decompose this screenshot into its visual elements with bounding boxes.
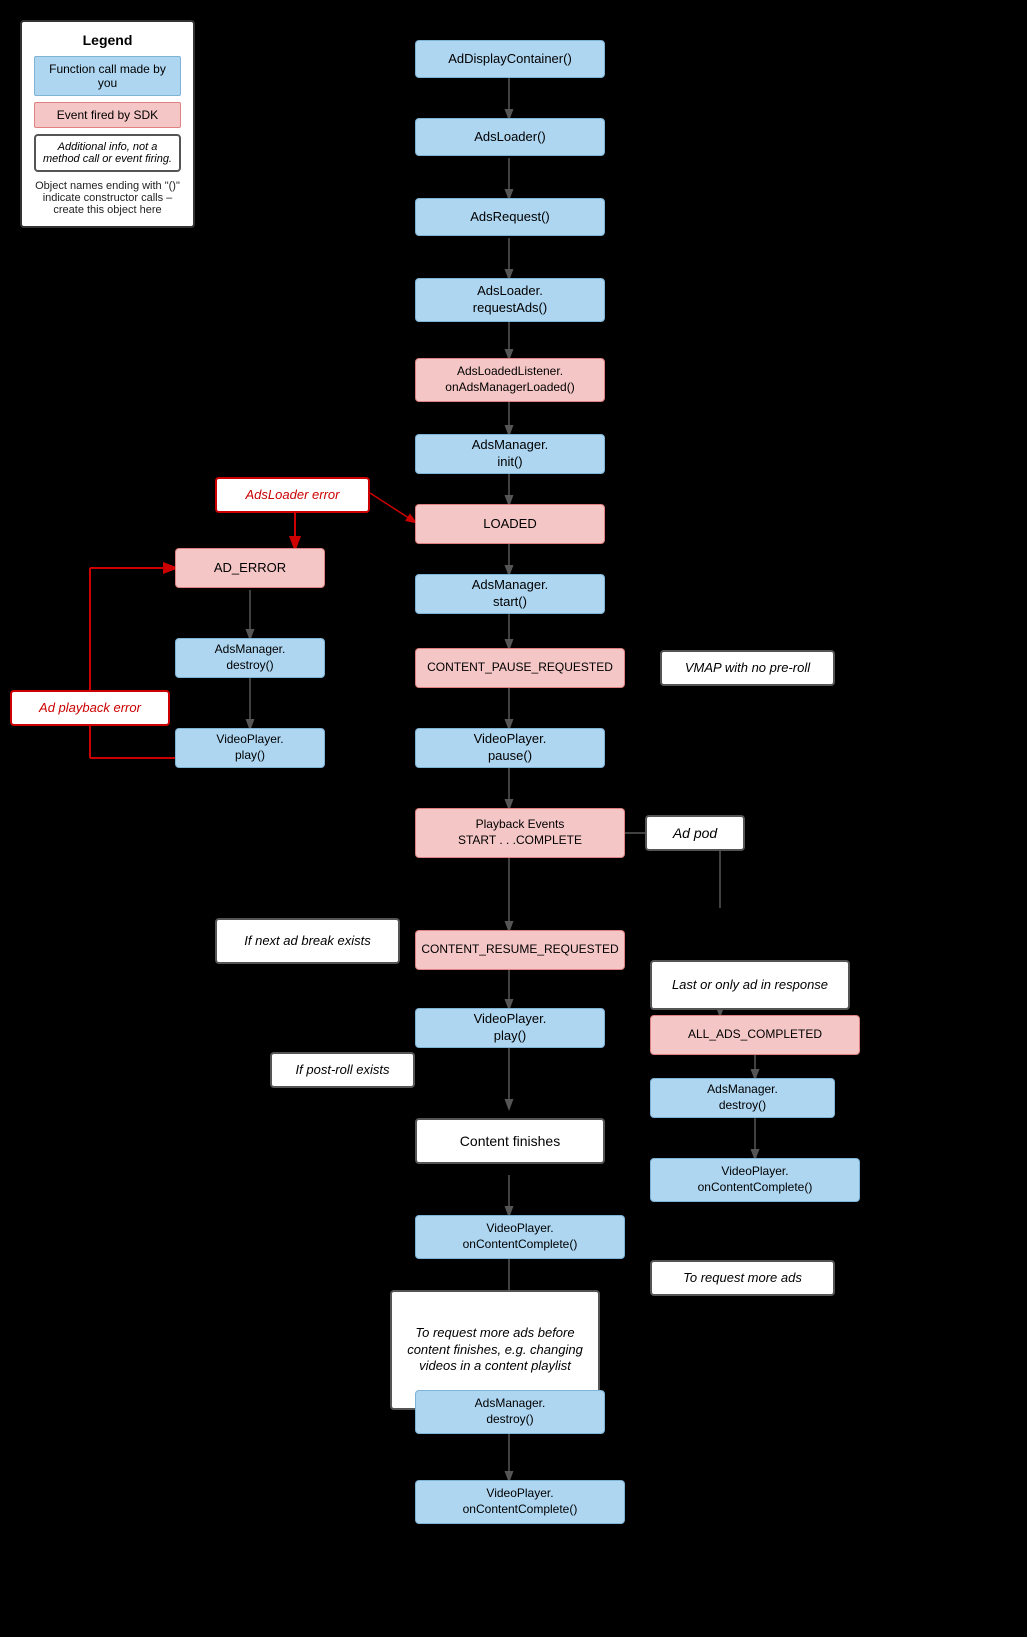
legend: Legend Function call made by you Event f…: [20, 20, 195, 228]
video-player-pause-node: VideoPlayer. pause(): [415, 728, 605, 768]
if-next-ad-break-node: If next ad break exists: [215, 918, 400, 964]
ads-manager-init-node: AdsManager. init(): [415, 434, 605, 474]
to-request-more-ads-node: To request more ads: [650, 1260, 835, 1296]
playback-events-node: Playback Events START . . .COMPLETE: [415, 808, 625, 858]
content-pause-requested-node: CONTENT_PAUSE_REQUESTED: [415, 648, 625, 688]
legend-note: Object names ending with "()" indicate c…: [34, 180, 181, 216]
if-post-roll-node: If post-roll exists: [270, 1052, 415, 1088]
ad-pod-node: Ad pod: [645, 815, 745, 851]
ads-loader-request-node: AdsLoader. requestAds(): [415, 278, 605, 322]
last-only-ad-node: Last or only ad in response: [650, 960, 850, 1010]
video-player-on-content-complete1-node: VideoPlayer. onContentComplete(): [415, 1215, 625, 1259]
ads-loader-node: AdsLoader(): [415, 118, 605, 156]
ad-error-node: AD_ERROR: [175, 548, 325, 588]
video-player-on-content-complete2-node: VideoPlayer. onContentComplete(): [650, 1158, 860, 1202]
video-player-play1-node: VideoPlayer. play(): [175, 728, 325, 768]
adsloader-error-node: AdsLoader error: [215, 477, 370, 513]
content-finishes-node: Content finishes: [415, 1118, 605, 1164]
ad-playback-error-node: Ad playback error: [10, 690, 170, 726]
vmap-no-preroll-node: VMAP with no pre-roll: [660, 650, 835, 686]
all-ads-completed-node: ALL_ADS_COMPLETED: [650, 1015, 860, 1055]
video-player-play2-node: VideoPlayer. play(): [415, 1008, 605, 1048]
ads-manager-destroy3-node: AdsManager. destroy(): [415, 1390, 605, 1434]
legend-italic-item: Additional info, not a method call or ev…: [34, 134, 181, 172]
ads-manager-destroy2-node: AdsManager. destroy(): [650, 1078, 835, 1118]
diagram-container: Legend Function call made by you Event f…: [0, 0, 1027, 1637]
ads-manager-destroy1-node: AdsManager. destroy(): [175, 638, 325, 678]
ads-loaded-listener-node: AdsLoadedListener. onAdsManagerLoaded(): [415, 358, 605, 402]
ad-display-container-node: AdDisplayContainer(): [415, 40, 605, 78]
loaded-node: LOADED: [415, 504, 605, 544]
content-resume-requested-node: CONTENT_RESUME_REQUESTED: [415, 930, 625, 970]
legend-title: Legend: [34, 32, 181, 48]
video-player-on-content-complete3-node: VideoPlayer. onContentComplete(): [415, 1480, 625, 1524]
legend-blue-item: Function call made by you: [34, 56, 181, 96]
legend-pink-item: Event fired by SDK: [34, 102, 181, 128]
ads-manager-start-node: AdsManager. start(): [415, 574, 605, 614]
ads-request-node: AdsRequest(): [415, 198, 605, 236]
